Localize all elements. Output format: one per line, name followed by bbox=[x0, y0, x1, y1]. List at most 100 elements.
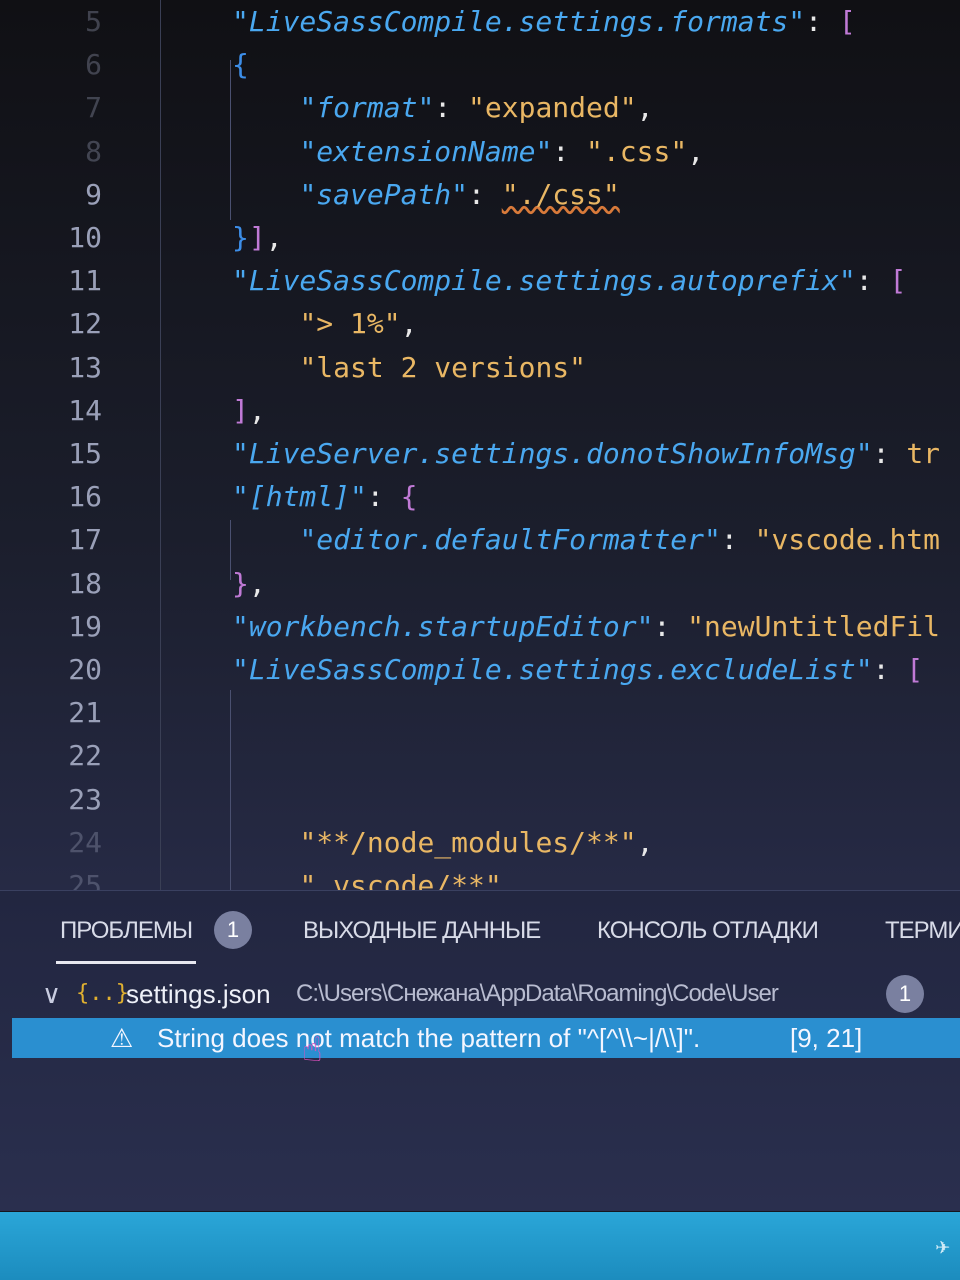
problem-item[interactable]: ⚠ String does not match the pattern of "… bbox=[12, 1018, 960, 1058]
code-text: }, bbox=[232, 562, 266, 605]
code-line[interactable]: 13 "last 2 versions" bbox=[0, 346, 960, 389]
token: , bbox=[687, 134, 705, 168]
problem-file-row[interactable]: ∨ {..} settings.json C:\Users\Снежана\Ap… bbox=[0, 973, 960, 1015]
line-number: 12 bbox=[68, 307, 102, 341]
token: "vscode.htm bbox=[754, 523, 941, 557]
token: "format" bbox=[299, 91, 435, 125]
code-text: "format": "expanded", bbox=[232, 86, 653, 129]
code-line[interactable]: 11 "LiveSassCompile.settings.autoprefix":… bbox=[0, 259, 960, 302]
line-number: 11 bbox=[68, 264, 102, 298]
code-line[interactable]: 15 "LiveServer.settings.donotShowInfoMsg"… bbox=[0, 432, 960, 475]
code-line[interactable]: 8 "extensionName": ".css", bbox=[0, 130, 960, 173]
line-number: 13 bbox=[68, 350, 102, 384]
token: "workbench.startupEditor" bbox=[232, 609, 654, 643]
code-text: ], bbox=[232, 389, 266, 432]
token: } bbox=[232, 221, 249, 254]
problems-count-badge: 1 bbox=[214, 911, 252, 949]
token: : bbox=[720, 523, 755, 557]
token: : bbox=[468, 177, 502, 211]
code-line[interactable]: 20 "LiveSassCompile.settings.excludeList"… bbox=[0, 648, 960, 691]
token: "> 1%" bbox=[299, 307, 401, 341]
line-number: 8 bbox=[85, 134, 102, 168]
code-line[interactable]: 17 "editor.defaultFormatter": "vscode.ht… bbox=[0, 518, 960, 561]
active-tab-indicator bbox=[56, 961, 196, 964]
token: : bbox=[872, 653, 907, 686]
token: : bbox=[552, 134, 587, 168]
code-line[interactable]: 10}], bbox=[0, 216, 960, 259]
code-line[interactable]: 25 ".vscode/**" bbox=[0, 864, 960, 890]
token: "newUntitledFil bbox=[687, 609, 941, 643]
token: , bbox=[400, 307, 418, 341]
code-line[interactable]: 19 "workbench.startupEditor": "newUntitle… bbox=[0, 605, 960, 648]
token: "LiveServer.settings.donotShowInfoMsg" bbox=[232, 437, 873, 470]
token: "last 2 versions" bbox=[299, 350, 587, 384]
code-text: "editor.defaultFormatter": "vscode.htm bbox=[232, 518, 940, 561]
token: [ bbox=[889, 264, 907, 298]
line-number: 7 bbox=[85, 91, 102, 125]
status-bar: ✈ bbox=[0, 1212, 960, 1280]
token: "extensionName" bbox=[299, 134, 553, 168]
code-line[interactable]: 21 bbox=[0, 691, 960, 734]
token: [ bbox=[838, 5, 856, 38]
token: "**/node_modules/**" bbox=[299, 825, 637, 859]
line-number: 15 bbox=[68, 437, 102, 470]
line-number: 14 bbox=[68, 393, 102, 427]
code-line[interactable]: 9 "savePath": "./css" bbox=[0, 173, 960, 216]
code-line[interactable]: 23 bbox=[0, 778, 960, 821]
token: "editor.defaultFormatter" bbox=[299, 523, 721, 557]
line-number: 16 bbox=[68, 480, 102, 514]
code-text: "**/node_modules/**", bbox=[232, 821, 653, 864]
code-line[interactable]: 18}, bbox=[0, 562, 960, 605]
code-line[interactable]: 24 "**/node_modules/**", bbox=[0, 821, 960, 864]
code-text: { bbox=[232, 43, 249, 86]
token: : bbox=[855, 264, 890, 298]
code-line[interactable]: 16 "[html]": { bbox=[0, 475, 960, 518]
code-text: ".vscode/**" bbox=[232, 864, 501, 890]
code-line[interactable]: 22 bbox=[0, 734, 960, 777]
code-text: "savePath": "./css" bbox=[232, 173, 619, 216]
tab-terminal[interactable]: ТЕРМИ bbox=[885, 917, 960, 945]
token: , bbox=[636, 91, 654, 125]
code-text: "LiveServer.settings.donotShowInfoMsg": … bbox=[232, 432, 940, 475]
tab-output[interactable]: ВЫХОДНЫЕ ДАННЫЕ bbox=[303, 917, 541, 945]
json-file-icon: {..} bbox=[76, 981, 129, 1006]
code-line[interactable]: 14], bbox=[0, 389, 960, 432]
code-line[interactable]: 12 "> 1%", bbox=[0, 302, 960, 345]
problems-panel: ПРОБЛЕМЫ 1 ВЫХОДНЫЕ ДАННЫЕ КОНСОЛЬ ОТЛАД… bbox=[0, 890, 960, 1211]
code-text: "workbench.startupEditor": "newUntitledF… bbox=[232, 605, 940, 648]
token: , bbox=[636, 825, 654, 859]
tab-problems[interactable]: ПРОБЛЕМЫ bbox=[60, 917, 193, 945]
token: , bbox=[248, 393, 266, 427]
code-line[interactable]: 5 "LiveSassCompile.settings.formats": [ bbox=[0, 0, 960, 43]
code-line[interactable]: 7 "format": "expanded", bbox=[0, 86, 960, 129]
tab-debug-console[interactable]: КОНСОЛЬ ОТЛАДКИ bbox=[597, 917, 819, 945]
code-editor[interactable]: 5 "LiveSassCompile.settings.formats": [6{… bbox=[0, 0, 960, 890]
tab-label: ПРОБЛЕМЫ bbox=[60, 917, 193, 944]
code-text: "> 1%", bbox=[232, 302, 417, 345]
token: : bbox=[653, 609, 688, 643]
line-number: 10 bbox=[68, 221, 102, 254]
feedback-icon[interactable]: ✈ bbox=[936, 1232, 950, 1260]
code-line[interactable]: 6{ bbox=[0, 43, 960, 86]
token: , bbox=[248, 566, 266, 600]
token: "savePath" bbox=[299, 177, 469, 211]
problem-location: [9, 21] bbox=[790, 1023, 863, 1053]
token: : bbox=[366, 480, 401, 514]
code-text: "last 2 versions" bbox=[232, 346, 586, 389]
token: { bbox=[400, 480, 418, 514]
line-number: 19 bbox=[68, 609, 102, 643]
line-number: 21 bbox=[68, 696, 102, 730]
warning-icon: ⚠ bbox=[110, 1023, 134, 1053]
token: "expanded" bbox=[468, 91, 637, 125]
file-problem-count: 1 bbox=[886, 975, 924, 1013]
line-number: 18 bbox=[68, 566, 102, 600]
token: } bbox=[232, 566, 249, 600]
line-number: 9 bbox=[85, 177, 102, 211]
line-number: 24 bbox=[68, 825, 102, 859]
